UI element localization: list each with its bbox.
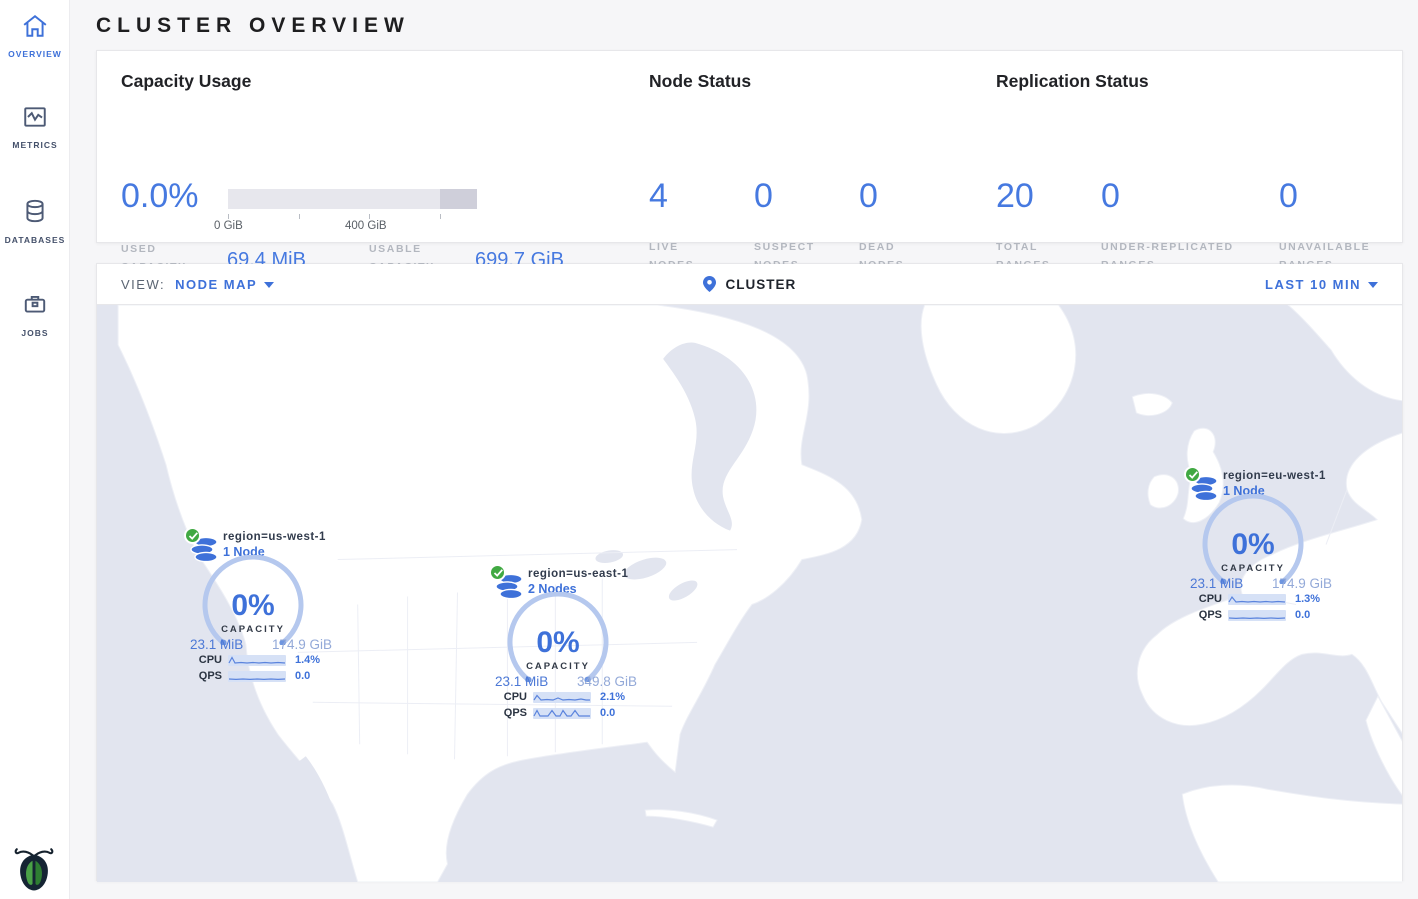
under-replicated-ranges-value: 0 (1101, 179, 1261, 213)
node-region-link[interactable]: region=eu-west-1 (1223, 470, 1326, 482)
cpu-value: 2.1% (600, 691, 625, 703)
gauge-label: CAPACITY (526, 661, 590, 672)
cluster-summary-card: Capacity Usage 0.0% 0 GiB 400 GiB USED C… (96, 50, 1403, 243)
node-capsule-us-west-1: region=us-west-1 1 Node 0% CAPACITY 23.1… (184, 527, 356, 687)
cpu-label: CPU (184, 654, 222, 666)
total-ranges-stat: 20 TOTAL RANGES (996, 179, 1066, 275)
capacity-usage-heading: Capacity Usage (121, 71, 251, 92)
dead-nodes-stat: 0 DEAD NODES (859, 179, 929, 275)
landmass-caribbean (645, 810, 717, 827)
node-used-capacity: 23.1 MiB (495, 674, 548, 689)
node-capsule-us-east-1: region=us-east-1 2 Nodes 0% CAPACITY 23.… (489, 564, 661, 724)
qps-sparkline (1228, 610, 1286, 621)
qps-value: 0.0 (600, 707, 615, 719)
dead-nodes-value: 0 (859, 179, 929, 213)
breadcrumb-cluster[interactable]: CLUSTER (703, 277, 797, 292)
sidebar-item-label: OVERVIEW (0, 49, 70, 59)
unavailable-ranges-value: 0 (1279, 179, 1389, 213)
landmass-ireland (1148, 475, 1179, 508)
node-capsule-eu-west-1: region=eu-west-1 1 Node 0% CAPACITY 23.1… (1184, 466, 1356, 626)
sidebar-item-label: METRICS (0, 140, 70, 150)
cpu-label: CPU (1184, 593, 1222, 605)
sidebar-item-label: JOBS (0, 328, 70, 338)
metrics-icon (22, 116, 48, 133)
capacity-bar-reserved-segment (440, 189, 477, 209)
gauge-label: CAPACITY (1221, 563, 1285, 574)
landmass-scandinavia (1288, 305, 1402, 401)
total-ranges-value: 20 (996, 179, 1066, 213)
capacity-bar (228, 189, 477, 209)
breadcrumb: CLUSTER (97, 276, 1402, 292)
under-replicated-ranges-stat: 0 UNDER-REPLICATED RANGES (1101, 179, 1261, 275)
replication-status-heading: Replication Status (996, 71, 1149, 92)
capacity-gauge: 0% CAPACITY (193, 555, 313, 650)
unavailable-ranges-stat: 0 UNAVAILABLE RANGES (1279, 179, 1389, 275)
sidebar-item-jobs[interactable]: JOBS (0, 277, 70, 348)
view-selector[interactable]: NODE MAP (175, 277, 274, 292)
cpu-value: 1.3% (1295, 593, 1320, 605)
node-region-link[interactable]: region=us-east-1 (528, 568, 628, 580)
suspect-nodes-value: 0 (754, 179, 824, 213)
capacity-tick-label-400: 400 GiB (345, 220, 387, 232)
node-status-heading: Node Status (649, 71, 751, 92)
node-total-capacity: 174.9 GiB (1272, 576, 1332, 591)
node-total-capacity: 174.9 GiB (272, 637, 332, 652)
node-used-capacity: 23.1 MiB (1190, 576, 1243, 591)
briefcase-icon (22, 304, 48, 321)
capacity-used-percent: 0.0% (121, 179, 199, 213)
page-title: CLUSTER OVERVIEW (96, 0, 1403, 50)
map-toolbar: VIEW: NODE MAP CLUSTER LAST 10 MIN (97, 264, 1402, 305)
sidebar-item-databases[interactable]: DATABASES (0, 184, 70, 255)
gauge-percent: 0% (1231, 528, 1274, 561)
time-range-selector[interactable]: LAST 10 MIN (1265, 277, 1378, 292)
cpu-label: CPU (489, 691, 527, 703)
main-content: CLUSTER OVERVIEW Capacity Usage 0.0% 0 G… (70, 0, 1418, 894)
map-pin-icon (703, 277, 726, 292)
qps-label: QPS (184, 670, 222, 682)
sidebar: OVERVIEW METRICS DATABASES (0, 0, 70, 899)
cpu-sparkline (1228, 594, 1286, 605)
database-icon (22, 211, 48, 228)
qps-value: 0.0 (295, 670, 310, 682)
qps-label: QPS (1184, 609, 1222, 621)
world-map[interactable]: region=us-west-1 1 Node 0% CAPACITY 23.1… (97, 305, 1402, 882)
node-total-capacity: 349.8 GiB (577, 674, 637, 689)
home-icon (22, 25, 48, 42)
qps-label: QPS (489, 707, 527, 719)
live-nodes-value: 4 (649, 179, 719, 213)
sidebar-item-metrics[interactable]: METRICS (0, 91, 70, 160)
healthy-check-icon (184, 527, 201, 544)
cpu-sparkline (533, 692, 591, 703)
node-map-card: VIEW: NODE MAP CLUSTER LAST 10 MIN (96, 263, 1403, 881)
suspect-nodes-stat: 0 SUSPECT NODES (754, 179, 824, 275)
capacity-gauge: 0% CAPACITY (1193, 494, 1313, 589)
gauge-label: CAPACITY (221, 624, 285, 635)
chevron-down-icon (1368, 282, 1378, 288)
healthy-check-icon (489, 564, 506, 581)
qps-sparkline (228, 671, 286, 682)
landmass-north-africa (1182, 785, 1402, 882)
qps-sparkline (533, 708, 591, 719)
qps-value: 0.0 (1295, 609, 1310, 621)
gauge-percent: 0% (231, 589, 274, 622)
cpu-value: 1.4% (295, 654, 320, 666)
capacity-tick-label-0: 0 GiB (214, 220, 243, 232)
view-label: VIEW: (121, 277, 165, 292)
gauge-percent: 0% (536, 626, 579, 659)
node-region-link[interactable]: region=us-west-1 (223, 531, 326, 543)
node-used-capacity: 23.1 MiB (190, 637, 243, 652)
sidebar-item-label: DATABASES (0, 235, 70, 245)
landmass-greenland (921, 305, 1076, 433)
sidebar-item-overview[interactable]: OVERVIEW (0, 0, 70, 69)
live-nodes-stat: 4 LIVE NODES (649, 179, 719, 275)
chevron-down-icon (264, 282, 274, 288)
capacity-gauge: 0% CAPACITY (498, 592, 618, 687)
cpu-sparkline (228, 655, 286, 666)
healthy-check-icon (1184, 466, 1201, 483)
landmass-iceland (1132, 393, 1172, 415)
cockroachdb-logo[interactable] (13, 843, 55, 891)
